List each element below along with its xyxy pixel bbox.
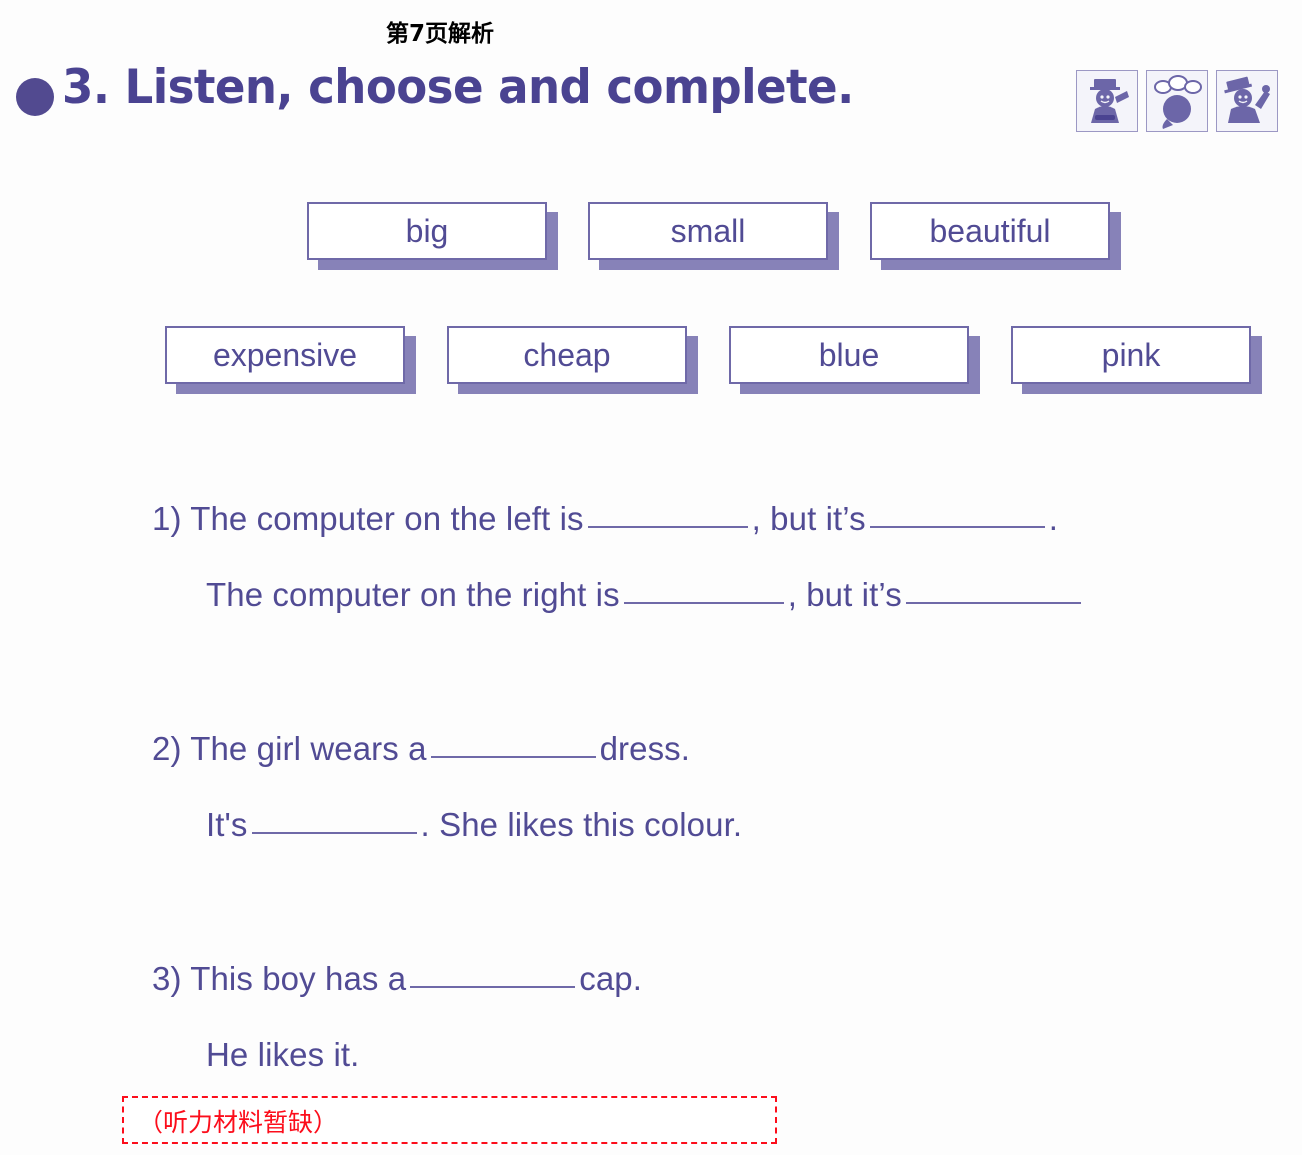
exercise-heading-text: 3. Listen, choose and complete. — [62, 60, 854, 115]
word-box-beautiful[interactable]: beautiful — [870, 202, 1110, 260]
word-box-big[interactable]: big — [307, 202, 547, 260]
answer-blank[interactable] — [587, 526, 748, 528]
answer-blank[interactable] — [251, 832, 417, 834]
question-3-line-2: He likes it. — [206, 1036, 359, 1074]
heading-icon-group — [1076, 70, 1278, 132]
question-2-line-2-mid: . She likes this colour. — [420, 806, 743, 843]
word-box-small[interactable]: small — [588, 202, 828, 260]
word-box-expensive[interactable]: expensive — [165, 326, 405, 384]
answer-blank[interactable] — [430, 756, 596, 758]
page-title: 第7页解析 — [385, 21, 494, 47]
answer-blank[interactable] — [623, 602, 784, 604]
listen-figure-icon — [1076, 70, 1138, 132]
complete-figure-icon — [1216, 70, 1278, 132]
question-3-line-1: 3) This boy has a cap. — [152, 960, 642, 998]
question-2-line-1-pre: 2) The girl wears a — [152, 730, 427, 767]
bullet-icon — [16, 78, 54, 116]
question-1-line-1-pre: 1) The computer on the left is — [152, 500, 584, 537]
question-2-line-1-mid: dress. — [599, 730, 691, 767]
question-1-line-2-mid: , but it’s — [787, 576, 902, 613]
answer-blank[interactable] — [410, 986, 576, 988]
question-1-line-2: The computer on the right is , but it’s — [206, 576, 1085, 614]
listening-material-note-text: （听力材料暂缺） — [138, 1108, 339, 1137]
question-3-line-1-pre: 3) This boy has a — [152, 960, 407, 997]
word-box-cheap[interactable]: cheap — [447, 326, 687, 384]
question-2-line-2-pre: It's — [206, 806, 248, 843]
question-2-line-2: It's . She likes this colour. — [206, 806, 742, 844]
question-1-line-1: 1) The computer on the left is , but it’s… — [152, 500, 1058, 538]
listening-material-note-box: （听力材料暂缺） — [122, 1096, 777, 1144]
question-1-line-2-pre: The computer on the right is — [206, 576, 620, 613]
exercise-heading-row: 3. Listen, choose and complete. — [8, 60, 1298, 146]
question-3-line-2-pre: He likes it. — [206, 1036, 360, 1073]
choose-bubbles-icon — [1146, 70, 1208, 132]
answer-blank[interactable] — [869, 526, 1045, 528]
question-1-line-1-mid: , but it’s — [751, 500, 866, 537]
word-box-pink[interactable]: pink — [1011, 326, 1251, 384]
question-1-line-1-post: . — [1048, 500, 1059, 537]
question-3-line-1-mid: cap. — [579, 960, 643, 997]
word-box-blue[interactable]: blue — [729, 326, 969, 384]
answer-blank[interactable] — [905, 602, 1081, 604]
question-2-line-1: 2) The girl wears a dress. — [152, 730, 690, 768]
